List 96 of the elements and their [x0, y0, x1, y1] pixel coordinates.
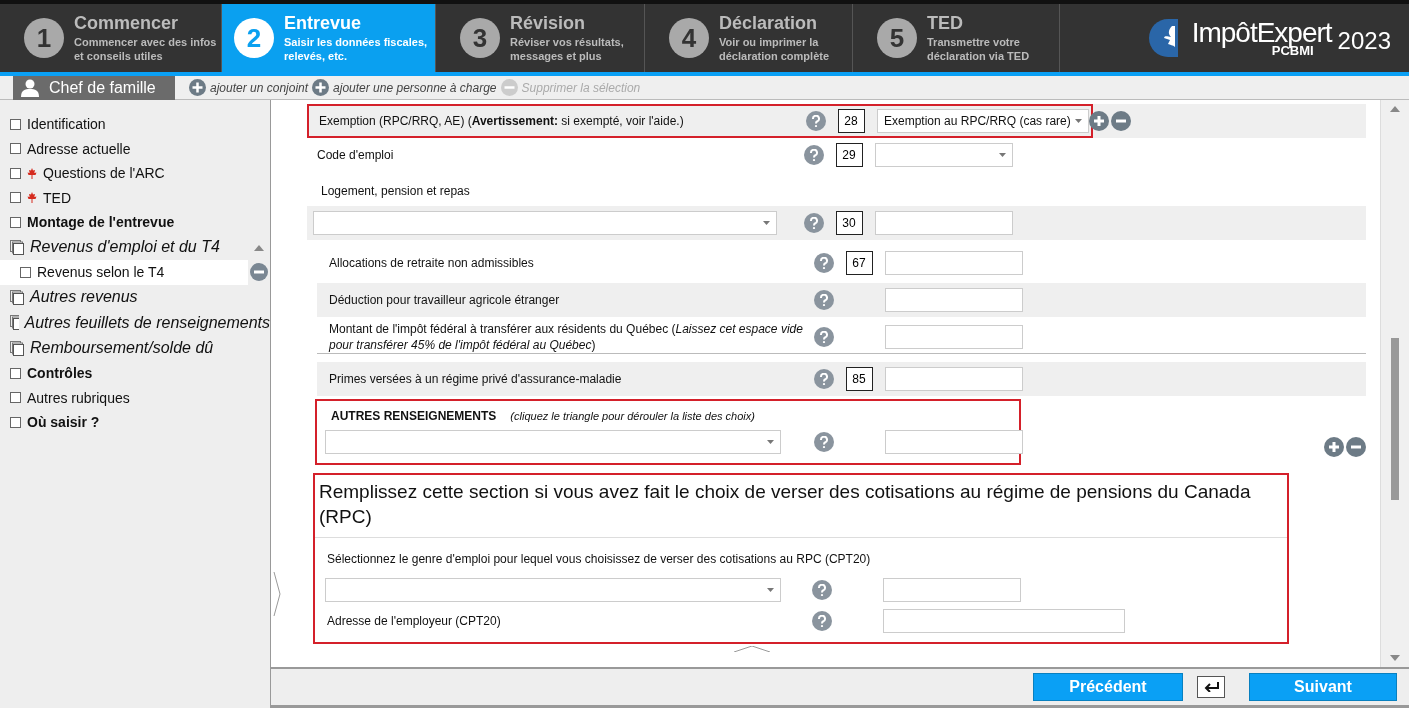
checkbox[interactable]: [10, 392, 21, 404]
toolbar-link[interactable]: ajouter une personne à charge: [312, 79, 497, 96]
toolbar-link[interactable]: ajouter un conjoint: [189, 79, 309, 96]
collapse-arrow-icon[interactable]: [254, 244, 264, 251]
checkbox[interactable]: [10, 118, 21, 130]
sidebar-item[interactable]: Adresse actuelle: [27, 140, 131, 157]
pages-icon: [10, 340, 24, 356]
help-icon[interactable]: [814, 369, 834, 389]
field-label: Adresse de l'employeur (CPT20): [326, 613, 502, 629]
line-number: 29: [835, 143, 863, 167]
remove-button[interactable]: [1111, 111, 1131, 131]
logo-year: 2023: [1337, 27, 1391, 55]
line-number: 67: [845, 251, 873, 275]
minus-icon: [1351, 445, 1361, 449]
input-field[interactable]: [885, 430, 1023, 454]
plus-icon: [1329, 442, 1339, 452]
help-icon[interactable]: [804, 145, 824, 165]
dropdown[interactable]: [325, 430, 781, 454]
checkbox[interactable]: [20, 266, 31, 278]
input-field[interactable]: [883, 578, 1021, 602]
back-button[interactable]: [1197, 676, 1225, 698]
add-icon: [189, 79, 206, 96]
line-number: 85: [845, 367, 873, 391]
hint-text: (cliquez le triangle pour dérouler la liste des choix): [510, 410, 755, 422]
sidebar-item[interactable]: Remboursement/solde dû: [30, 339, 214, 358]
caret-icon: [763, 221, 770, 225]
help-icon[interactable]: [812, 611, 832, 631]
section-label: Logement, pension et repas: [320, 183, 471, 200]
input-field[interactable]: [885, 288, 1023, 312]
remove-button[interactable]: [1346, 437, 1366, 457]
checkbox[interactable]: [10, 367, 21, 379]
section-heading: Remplissez cette section si vous avez fait le choix de verser des cotisations au régime de pensions du Canada (RPC): [315, 479, 1287, 538]
input-field[interactable]: [883, 609, 1125, 633]
field-label: Allocations de retraite non admissibles: [328, 255, 535, 271]
dropdown[interactable]: [325, 578, 781, 602]
collapse-handle-icon[interactable]: [733, 646, 770, 652]
scrollbar-thumb[interactable]: [1391, 338, 1399, 500]
input-field[interactable]: [885, 324, 1023, 349]
person-tab[interactable]: Chef de famille: [13, 75, 175, 100]
add-button[interactable]: [1089, 111, 1109, 131]
scroll-down-icon[interactable]: [1390, 655, 1400, 661]
caret-icon: [767, 588, 774, 592]
expand-handle-icon[interactable]: [273, 571, 281, 616]
sidebar-item[interactable]: Identification: [27, 116, 106, 133]
field-label: Exemption (RPC/RRQ, AE) (Avertissement: si exempté, voir l'aide.): [318, 113, 685, 129]
caret-icon: [767, 440, 774, 444]
help-icon[interactable]: [804, 213, 824, 233]
return-arrow-icon: [1203, 682, 1219, 692]
pages-icon: [10, 239, 24, 255]
sidebar-item[interactable]: Où saisir ?: [27, 414, 100, 431]
dropdown[interactable]: [313, 211, 777, 235]
input-field[interactable]: [875, 211, 1013, 235]
sidebar-item[interactable]: Questions de l'ARC: [43, 165, 165, 182]
sidebar-item[interactable]: Autres feuillets de renseignements: [24, 313, 270, 332]
add-icon: [312, 79, 330, 96]
add-button[interactable]: [1324, 437, 1344, 457]
sidebar-item[interactable]: Montage de l'entrevue: [27, 214, 175, 231]
sidebar-item[interactable]: TED: [43, 189, 71, 206]
dropdown[interactable]: Exemption au RPC/RRQ (cas rare): [877, 109, 1089, 133]
help-icon[interactable]: [814, 326, 834, 347]
checkbox[interactable]: [10, 143, 21, 155]
dropdown[interactable]: [875, 143, 1013, 167]
sidebar-item[interactable]: Contrôles: [27, 365, 93, 382]
logo-name: ImpôtExpert: [1191, 19, 1332, 47]
section-title: AUTRES RENSEIGNEMENTS: [331, 409, 497, 423]
field-label: Montant de l'impôt fédéral à transférer aux résidents du Québec (Laissez cet espace vide pour transférer 45% de l'impôt fédéral au Québec): [327, 320, 804, 353]
input-field[interactable]: [885, 251, 1023, 275]
plus-icon: [1094, 116, 1104, 126]
minus-icon: [1116, 119, 1126, 123]
pages-icon: [10, 289, 24, 305]
remove-icon[interactable]: [250, 263, 268, 281]
line-number: 28: [837, 109, 865, 133]
checkbox[interactable]: [10, 167, 21, 179]
field-label: Primes versées à un régime privé d'assurance-maladie: [328, 371, 623, 387]
field-label: Déduction pour travailleur agricole étranger: [328, 292, 561, 308]
person-icon: [21, 78, 39, 97]
field-label: Code d'emploi: [316, 147, 395, 163]
help-icon[interactable]: [814, 290, 834, 310]
help-icon[interactable]: [814, 432, 834, 452]
help-icon[interactable]: [812, 580, 832, 600]
checkbox[interactable]: [10, 192, 21, 204]
caret-icon: [999, 153, 1006, 157]
checkbox[interactable]: [10, 216, 21, 228]
help-icon[interactable]: [814, 253, 834, 273]
sidebar-item[interactable]: Autres rubriques: [27, 389, 130, 406]
scroll-up-icon[interactable]: [1390, 106, 1400, 112]
sidebar-item[interactable]: Revenus d'emploi et du T4: [30, 238, 220, 257]
line-number: 30: [835, 211, 863, 235]
sidebar-item[interactable]: Autres revenus: [30, 288, 138, 307]
input-field[interactable]: [885, 367, 1023, 391]
caret-icon: [1075, 119, 1082, 123]
checkbox[interactable]: [10, 416, 21, 428]
help-icon[interactable]: [806, 111, 826, 131]
field-label: Sélectionnez le genre d'emploi pour lequel vous choisissez de verser des cotisations au RPC (CPT20): [326, 551, 872, 568]
pages-icon: [10, 315, 19, 331]
remove-icon: [500, 79, 518, 96]
